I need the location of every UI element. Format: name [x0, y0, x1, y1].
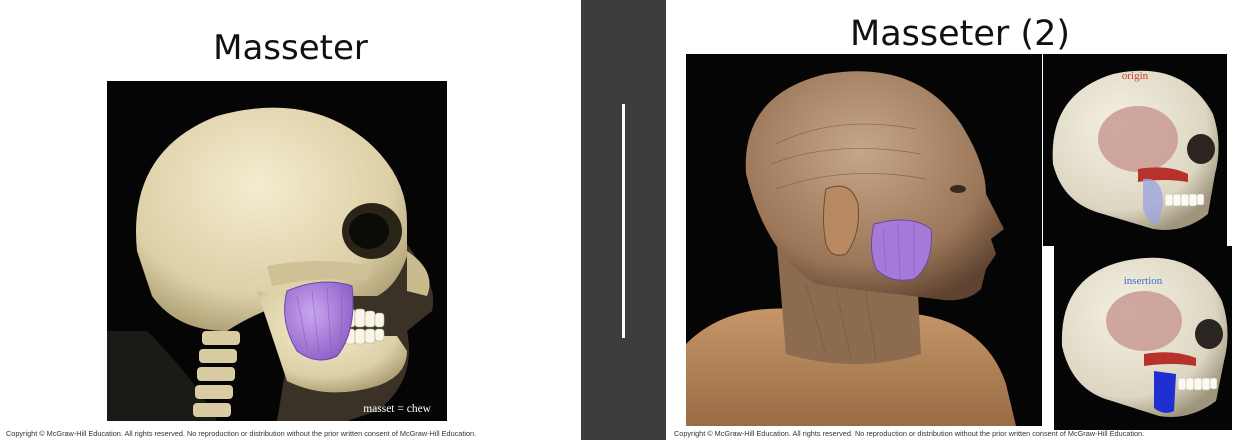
image-caption: masset = chew [363, 403, 431, 415]
slide-divider [622, 104, 625, 338]
insertion-label: insertion [1123, 275, 1163, 287]
slide-title: Masseter [213, 28, 368, 68]
slide-masseter-2[interactable]: Masseter (2) origin insertion Copyright … [666, 0, 1254, 440]
origin-image: origin [1043, 54, 1227, 246]
origin-label: origin [1121, 70, 1149, 82]
skull-origin-illustration [1043, 54, 1227, 246]
dissected-head-illustration [686, 54, 1042, 426]
skull-image: masset = chew [107, 81, 447, 421]
insertion-image: insertion [1054, 246, 1232, 430]
skull-insertion-illustration [1054, 246, 1232, 430]
skull-with-masseter-illustration [107, 81, 447, 421]
slide-masseter[interactable]: Masseter masset = chew Copyright © McGra… [0, 0, 581, 440]
copyright-notice: Copyright © McGraw-Hill Education. All r… [674, 429, 1145, 438]
dissected-head-image [686, 54, 1042, 426]
slide-viewer: Masseter masset = chew Copyright © McGra… [0, 0, 1254, 440]
copyright-notice: Copyright © McGraw-Hill Education. All r… [6, 429, 477, 438]
slide-title: Masseter (2) [850, 14, 1070, 54]
